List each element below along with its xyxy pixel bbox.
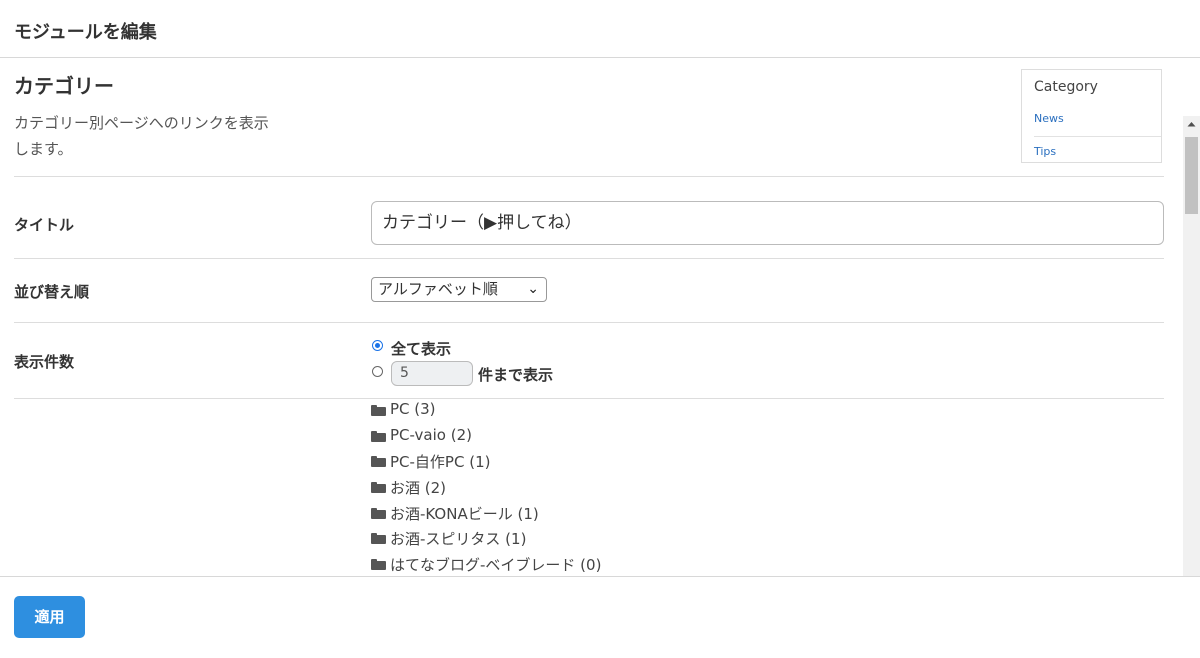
category-label: PC (3) <box>390 400 436 418</box>
folder-icon <box>371 507 386 519</box>
category-label: お酒-KONAビール (1) <box>390 504 539 523</box>
module-title: カテゴリー <box>14 74 114 98</box>
preview-divider <box>1034 136 1161 137</box>
vertical-scrollbar[interactable] <box>1183 116 1200 576</box>
category-label: はてなブログ-ベイブレード (0) <box>390 556 602 575</box>
show-all-label: 全て表示 <box>391 340 452 358</box>
title-label: タイトル <box>14 216 75 234</box>
category-label: お酒 (2) <box>390 479 447 498</box>
scroll-up-arrow-icon[interactable] <box>1183 116 1200 133</box>
preview-link-tips: Tips <box>1034 145 1057 158</box>
dialog-title: モジュールを編集 <box>14 22 157 43</box>
title-input[interactable]: カテゴリー（▶押してね） <box>371 201 1164 245</box>
apply-button[interactable]: 適用 <box>14 596 85 638</box>
sort-order-value: アルファベット順 <box>378 280 498 298</box>
module-description-line: します。 <box>14 140 73 158</box>
module-preview: Category News Tips <box>1021 69 1162 163</box>
count-row: 表示件数 全て表示 5 件まで表示 <box>14 323 1164 399</box>
folder-icon <box>371 533 386 545</box>
module-description-line: カテゴリー別ページへのリンクを表示 <box>14 114 269 132</box>
dialog-footer: 適用 <box>0 576 1200 658</box>
show-all-radio[interactable] <box>372 340 383 351</box>
sort-order-select[interactable]: アルファベット順 ⌄ <box>371 277 547 302</box>
title-row: タイトル カテゴリー（▶押してね） <box>14 177 1164 259</box>
category-label: PC-自作PC (1) <box>390 453 491 472</box>
folder-icon <box>371 559 386 571</box>
folder-icon <box>371 430 386 442</box>
preview-link-news: News <box>1034 112 1064 125</box>
sort-label: 並び替え順 <box>14 283 90 301</box>
limit-count-input[interactable]: 5 <box>391 361 473 386</box>
folder-icon <box>371 405 386 416</box>
category-label: PC-vaio (2) <box>390 425 472 444</box>
module-description-section: カテゴリー カテゴリー別ページへのリンクを表示 します。 Category Ne… <box>14 58 1164 177</box>
module-description: カテゴリー別ページへのリンクを表示 します。 <box>14 110 304 162</box>
category-label: お酒-スピリタス (1) <box>390 530 527 549</box>
folder-icon <box>371 482 386 494</box>
sort-row: 並び替え順 アルファベット順 ⌄ <box>14 259 1164 323</box>
preview-title: Category <box>1034 79 1098 95</box>
limit-suffix-label: 件まで表示 <box>478 366 554 384</box>
limit-radio[interactable] <box>372 366 383 377</box>
chevron-down-icon: ⌄ <box>527 281 539 297</box>
folder-icon <box>371 456 386 468</box>
dialog-header: モジュールを編集 <box>0 0 1200 58</box>
dialog-body[interactable]: カテゴリー カテゴリー別ページへのリンクを表示 します。 Category Ne… <box>0 58 1200 576</box>
settings-form: カテゴリー カテゴリー別ページへのリンクを表示 します。 Category Ne… <box>14 58 1164 574</box>
count-label: 表示件数 <box>14 353 75 371</box>
scrollbar-thumb[interactable] <box>1185 137 1198 214</box>
